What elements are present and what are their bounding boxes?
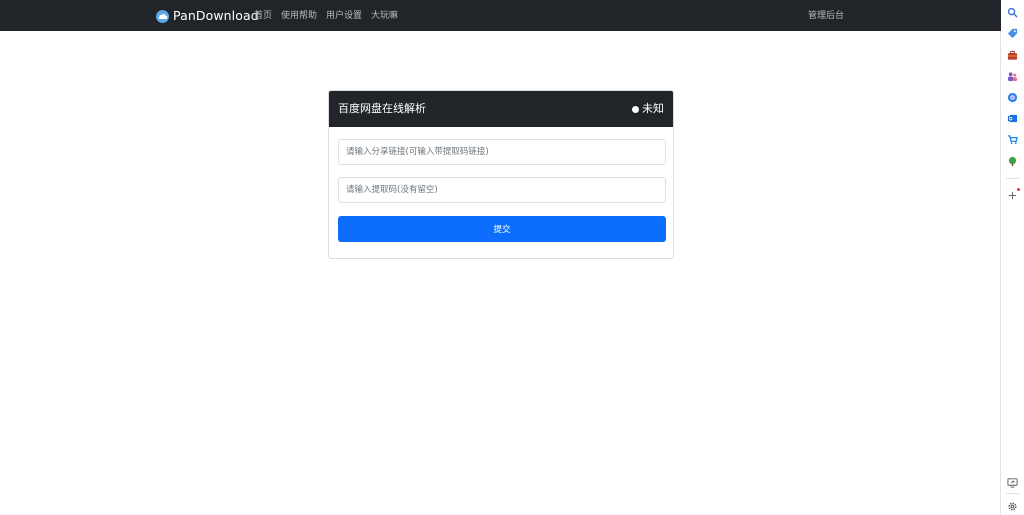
status-indicator: 未知: [632, 102, 664, 116]
status-text: 未知: [642, 102, 664, 115]
nav-link-user-settings[interactable]: 用户设置: [326, 8, 362, 24]
outlook-icon[interactable]: [1007, 113, 1018, 124]
tag-icon[interactable]: [1007, 28, 1018, 39]
briefcase-icon[interactable]: [1007, 50, 1018, 61]
settings-icon[interactable]: [1007, 501, 1018, 512]
people-icon[interactable]: [1007, 71, 1018, 82]
sidebar-divider: [1006, 178, 1019, 179]
share-link-input[interactable]: [338, 139, 666, 165]
nav-links: 首页 使用帮助 用户设置 大玩嘛: [254, 8, 398, 24]
nav-link-admin[interactable]: 管理后台: [808, 8, 844, 24]
notification-dot-icon: [1017, 188, 1020, 191]
parse-card: 百度网盘在线解析 未知 提交: [328, 90, 674, 259]
extraction-code-input[interactable]: [338, 177, 666, 203]
nav-link-home[interactable]: 首页: [254, 8, 272, 24]
brand-name: PanDownload: [173, 8, 259, 23]
search-icon[interactable]: [1007, 7, 1018, 18]
browser-viewport: PanDownload 首页 使用帮助 用户设置 大玩嘛 管理后台 百度网盘在线…: [0, 0, 1001, 515]
top-navbar: PanDownload 首页 使用帮助 用户设置 大玩嘛 管理后台: [0, 0, 1001, 31]
submit-button[interactable]: 提交: [338, 216, 666, 242]
tree-icon[interactable]: [1007, 156, 1018, 167]
screen-share-icon[interactable]: [1007, 477, 1018, 488]
nav-link-extra[interactable]: 大玩嘛: [371, 8, 398, 24]
cart-icon[interactable]: [1007, 134, 1018, 145]
browser-sidebar: [1001, 0, 1024, 515]
add-icon[interactable]: [1007, 190, 1018, 201]
card-body: 提交: [329, 127, 673, 242]
card-title: 百度网盘在线解析: [338, 102, 426, 115]
status-dot-icon: [632, 105, 639, 113]
brand[interactable]: PanDownload: [156, 8, 259, 24]
sidebar-divider: [1006, 493, 1019, 494]
copilot-icon[interactable]: [1007, 92, 1018, 103]
nav-link-help[interactable]: 使用帮助: [281, 8, 317, 24]
cloud-logo-icon: [156, 9, 169, 23]
card-header: 百度网盘在线解析 未知: [329, 91, 673, 127]
